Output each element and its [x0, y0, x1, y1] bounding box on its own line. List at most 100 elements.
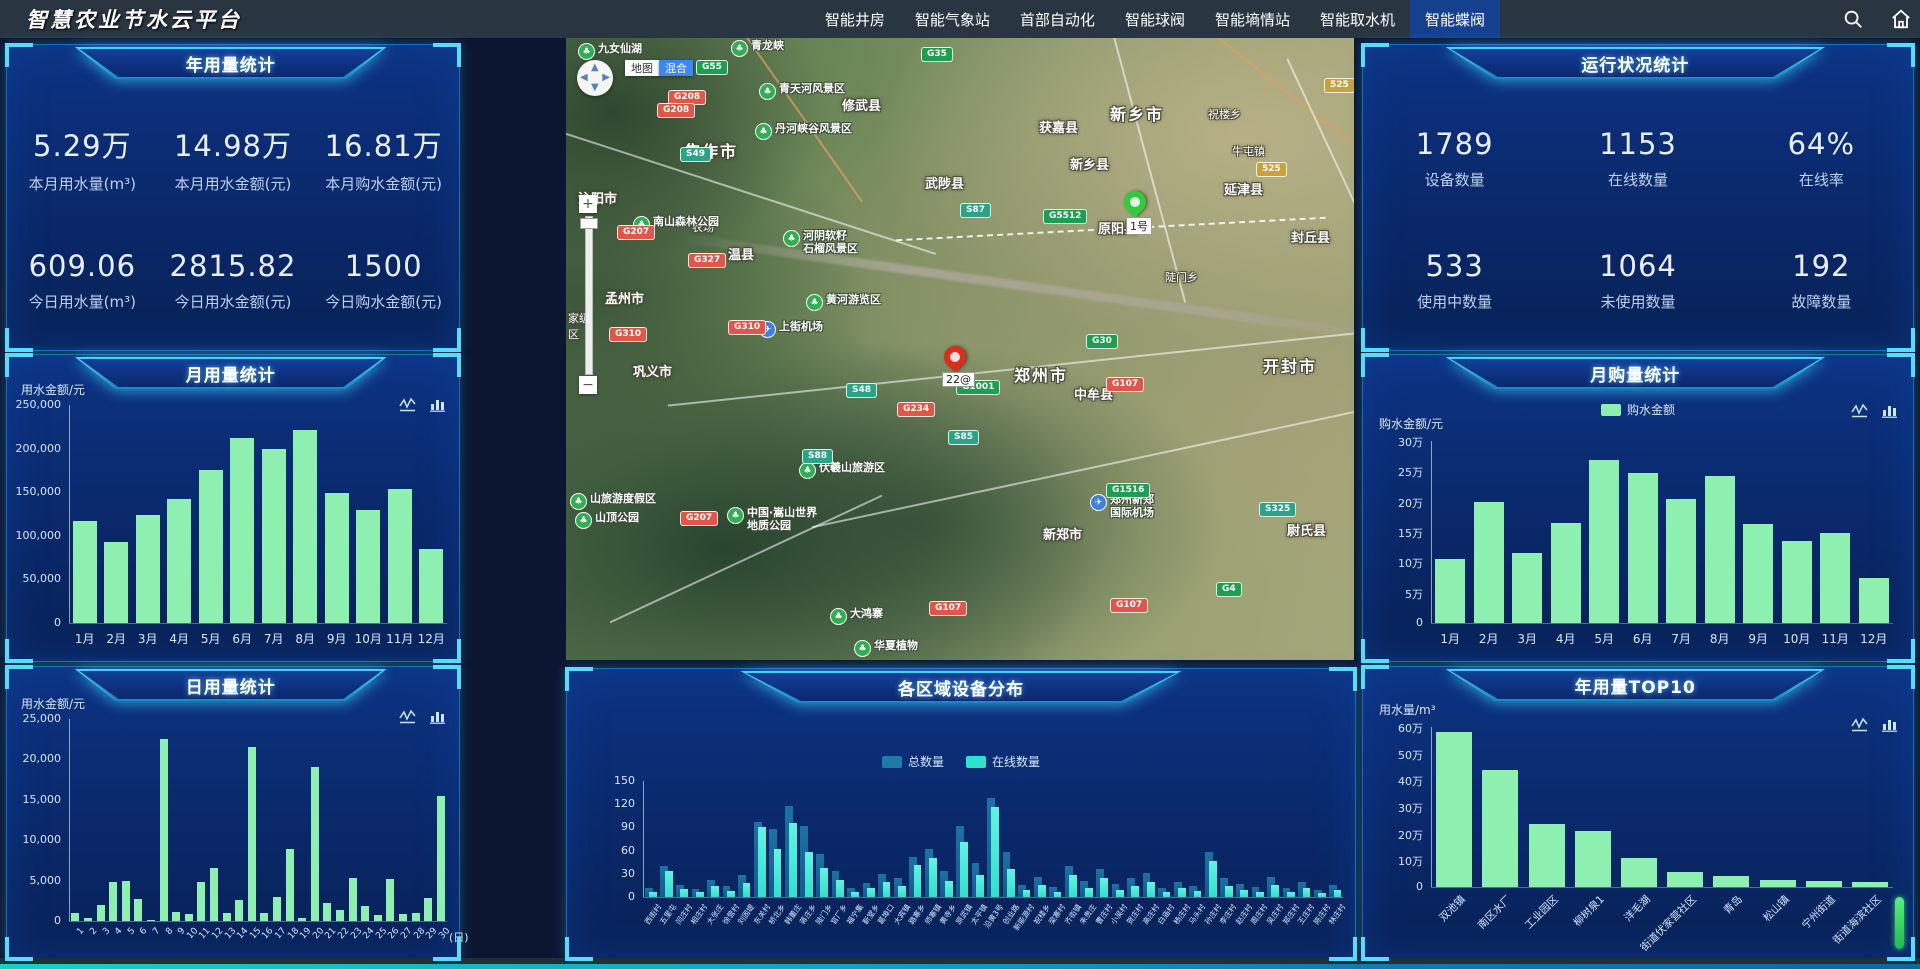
- panel-header: 日用量统计: [75, 669, 387, 701]
- y-axis-line: [69, 405, 70, 623]
- map-poi-丹河峡谷风景区: ♣丹河峡谷风景区: [755, 123, 852, 140]
- x-tick-label: 10月: [353, 630, 385, 647]
- y-axis-label: 用水量/m³: [1379, 701, 1436, 718]
- home-icon[interactable]: [1890, 8, 1912, 30]
- red-map-pin[interactable]: [939, 341, 970, 372]
- map-poi-青天河风景区: ♣青天河风景区: [759, 83, 845, 100]
- legend-label: 在线数量: [992, 753, 1040, 770]
- nav-item-7[interactable]: 智能蝶阀: [1410, 0, 1500, 38]
- line-chart-icon[interactable]: [1851, 717, 1868, 732]
- bar: [419, 549, 443, 623]
- nav-item-2[interactable]: 智能气象站: [900, 0, 1005, 38]
- year-top10-chart: 用水量/m³010万20万30万40万50万60万双池镇南区水厂工业园区柳树泉1…: [1363, 667, 1913, 959]
- chart-type-toggles: [1851, 403, 1897, 418]
- road-shield-G208: G208: [657, 103, 695, 118]
- poi-label: 丹河峡谷风景区: [775, 123, 852, 136]
- bar-chart-icon[interactable]: [430, 397, 445, 412]
- zoom-slider-track[interactable]: [585, 216, 593, 375]
- bar: [399, 914, 407, 921]
- map-label-区: 区: [568, 326, 579, 342]
- bar: [134, 899, 142, 921]
- y-tick-label: 15万: [1363, 525, 1423, 541]
- nav-item-5[interactable]: 智能墒情站: [1200, 0, 1305, 38]
- scenic-tree-icon: ♣: [799, 462, 816, 479]
- nav-item-1[interactable]: 智能井房: [810, 0, 900, 38]
- nav-item-3[interactable]: 首部自动化: [1005, 0, 1110, 38]
- legend-item[interactable]: 购水金额: [1601, 401, 1675, 418]
- y-axis-line: [643, 781, 644, 897]
- chart-legend: 总数量 在线数量: [567, 753, 1355, 770]
- map-poi-山旅游度假区: ♣山旅游度假区: [570, 493, 656, 510]
- y-tick-label: 10,000: [7, 833, 61, 846]
- dashboard-root: 智慧农业节水云平台 智能井房智能气象站首部自动化智能球阀智能墒情站智能取水机智能…: [0, 0, 1920, 969]
- y-axis-line: [1431, 441, 1432, 623]
- bar: [84, 918, 92, 921]
- legend-item[interactable]: 总数量: [882, 753, 944, 770]
- run-status-stats: 1789设备数量1153在线数量64%在线率533使用中数量1064未使用数量1…: [1363, 97, 1913, 342]
- x-tick-label: 2: [88, 926, 99, 937]
- bar: [1482, 770, 1518, 887]
- hybrid-mode-button[interactable]: 混合: [659, 60, 693, 76]
- road-shield-G327: G327: [688, 253, 726, 268]
- road-shield-S85: S85: [948, 430, 979, 445]
- zoom-out-button[interactable]: −: [579, 376, 597, 394]
- line-chart-icon[interactable]: [1851, 403, 1868, 418]
- bar-online: [1069, 875, 1077, 897]
- bar: [1782, 541, 1812, 623]
- nav-item-4[interactable]: 智能球阀: [1110, 0, 1200, 38]
- bar: [1575, 831, 1611, 887]
- y-tick-label: 60万: [1363, 720, 1423, 736]
- bar-online: [1085, 888, 1093, 897]
- bar: [273, 897, 281, 921]
- map-label-新乡县: 新乡县: [1070, 154, 1109, 173]
- bar-online: [743, 883, 751, 897]
- panel-title: 年用量TOP10: [1446, 669, 1826, 701]
- bar: [325, 493, 349, 623]
- bar: [437, 796, 445, 921]
- bar-online: [1303, 888, 1311, 897]
- x-tick-label: 南区水厂: [1475, 892, 1515, 932]
- zoom-slider-thumb[interactable]: [580, 218, 598, 229]
- scenic-tree-icon: ♣: [578, 43, 595, 60]
- poi-label: 大鸿寨: [850, 608, 883, 621]
- satellite-map[interactable]: 地图 混合 ▲▼ ◀▶ + − 焦作市新乡市郑州市开封市沁阳市孟州市温县武陟县获…: [566, 38, 1354, 660]
- zoom-in-button[interactable]: +: [579, 195, 597, 213]
- bar-chart-icon[interactable]: [1882, 717, 1897, 732]
- bottom-bar: [0, 958, 1920, 969]
- x-axis-line: [643, 897, 1343, 898]
- map-poi-黄河游览区: ♣黄河游览区: [806, 294, 881, 311]
- bar: [1435, 559, 1465, 623]
- bar-chart-icon[interactable]: [1882, 403, 1897, 418]
- map-mode-button[interactable]: 地图: [625, 60, 659, 76]
- map-pin-tag: 1号: [1126, 217, 1152, 235]
- x-tick-label: 5: [126, 926, 137, 937]
- datazoom-slider[interactable]: [1895, 897, 1904, 949]
- line-chart-icon[interactable]: [399, 709, 416, 724]
- bar: [185, 914, 193, 921]
- bar-online: [1100, 878, 1108, 897]
- x-tick-label: 4: [113, 926, 124, 937]
- green-map-pin[interactable]: [1119, 186, 1150, 217]
- bar: [197, 882, 205, 921]
- bar-chart-icon[interactable]: [430, 709, 445, 724]
- legend-item[interactable]: 在线数量: [966, 753, 1040, 770]
- stat-value: 609.06: [29, 249, 136, 283]
- x-tick-label: 9月: [321, 630, 353, 647]
- nav-icons: [1842, 0, 1912, 38]
- map-poi-青龙峡: ♣青龙峡: [731, 40, 784, 57]
- panel-header: 月用量统计: [75, 357, 387, 389]
- search-icon[interactable]: [1842, 8, 1864, 30]
- year-stat-4: 609.06今日用水量(m³): [7, 220, 158, 343]
- bar: [223, 913, 231, 921]
- map-pan-control[interactable]: ▲▼ ◀▶: [577, 60, 613, 96]
- panel-header: 运行状况统计: [1446, 47, 1826, 79]
- app-title: 智慧农业节水云平台: [26, 4, 242, 34]
- y-tick-label: 0: [1363, 880, 1423, 893]
- bar-online: [1334, 890, 1342, 897]
- y-tick-label: 50,000: [7, 572, 61, 585]
- x-tick-label: 9月: [1739, 630, 1778, 647]
- nav-item-6[interactable]: 智能取水机: [1305, 0, 1410, 38]
- line-chart-icon[interactable]: [399, 397, 416, 412]
- panel-daily-usage: 日用量统计 用水金额/元05,00010,00015,00020,00025,0…: [6, 666, 460, 960]
- bar-online: [1271, 885, 1279, 897]
